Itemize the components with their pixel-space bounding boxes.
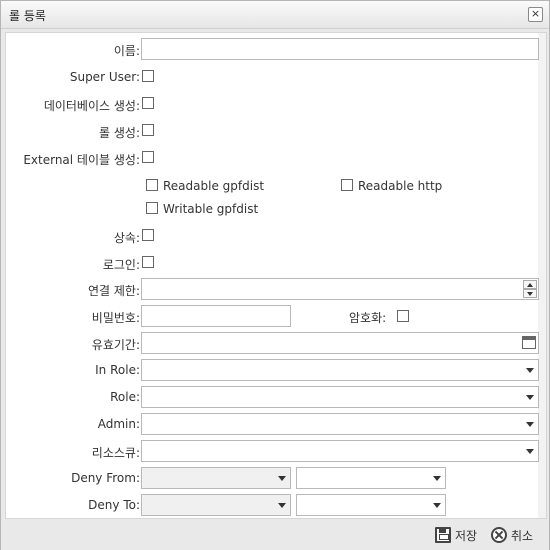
chevron-down-icon[interactable] [522, 414, 538, 434]
resqueue-label: 리소스큐: [91, 446, 140, 460]
chevron-down-icon[interactable] [274, 468, 290, 488]
inrole-label: In Role: [95, 363, 140, 377]
dialog-titlebar: 롤 등록 × [1, 1, 549, 29]
exttable-checkbox[interactable] [142, 151, 154, 163]
connlimit-label: 연결 제한: [87, 284, 140, 298]
readable-http-checkbox[interactable] [341, 179, 353, 191]
option-readable-http[interactable]: Readable http [341, 178, 501, 194]
inrole-select[interactable] [141, 359, 539, 381]
encrypted-checkbox[interactable] [397, 310, 409, 322]
password-input[interactable] [141, 305, 291, 327]
createdb-label: 데이터베이스 생성: [43, 99, 140, 113]
row-validuntil: 유효기간: [6, 332, 540, 354]
cancel-button[interactable]: 취소 [491, 526, 533, 544]
login-checkbox[interactable] [142, 256, 154, 268]
role-select[interactable] [141, 386, 539, 408]
save-icon [435, 527, 451, 543]
resqueue-select[interactable] [141, 440, 539, 462]
denyfrom-label: Deny From: [71, 471, 140, 485]
readable-gpfdist-checkbox[interactable] [146, 179, 158, 191]
chevron-down-icon[interactable] [522, 441, 538, 461]
admin-select[interactable] [141, 413, 539, 435]
close-button[interactable]: × [528, 7, 543, 22]
row-admin: Admin: [6, 413, 540, 435]
cancel-icon [491, 527, 507, 543]
spinner-down-icon[interactable] [523, 289, 537, 298]
dialog-footer: 저장 취소 [1, 520, 549, 550]
denyto-label: Deny To: [88, 498, 140, 512]
row-name: 이름: [6, 38, 540, 60]
role-register-dialog: 롤 등록 × 이름: Super User: 데이터베이스 생성: 롤 생성: … [0, 0, 550, 550]
denyfrom-day-select[interactable] [141, 467, 291, 489]
readable-http-label: Readable http [358, 179, 443, 193]
writable-gpfdist-label: Writable gpfdist [163, 202, 259, 216]
role-label: Role: [110, 390, 140, 404]
chevron-down-icon[interactable] [429, 468, 445, 488]
superuser-label: Super User: [69, 70, 140, 84]
save-button[interactable]: 저장 [435, 526, 477, 544]
row-createrole: 롤 생성: [6, 120, 540, 142]
row-denyfrom: Deny From: [6, 467, 540, 489]
row-superuser: Super User: [6, 66, 540, 88]
createdb-checkbox[interactable] [142, 97, 154, 109]
validuntil-label: 유효기간: [91, 338, 140, 352]
chevron-down-icon[interactable] [274, 495, 290, 515]
chevron-down-icon[interactable] [522, 387, 538, 407]
row-connlimit: 연결 제한: [6, 278, 540, 300]
row-resqueue: 리소스큐: [6, 440, 540, 462]
chevron-down-icon[interactable] [522, 360, 538, 380]
row-role: Role: [6, 386, 540, 408]
password-label: 비밀번호: [91, 311, 140, 325]
save-label: 저장 [455, 528, 478, 543]
dialog-title: 롤 등록 [9, 9, 46, 23]
row-inrole: In Role: [6, 359, 540, 381]
name-label: 이름: [113, 44, 140, 58]
row-createdb: 데이터베이스 생성: [6, 93, 540, 115]
encrypted-label: 암호화: [349, 311, 387, 325]
inherit-label: 상속: [113, 231, 140, 245]
connlimit-spinner[interactable] [141, 278, 539, 300]
denyfrom-time-select[interactable] [296, 467, 446, 489]
spinner-up-icon[interactable] [523, 280, 537, 289]
login-label: 로그인: [102, 258, 140, 272]
option-readable-gpfdist[interactable]: Readable gpfdist [146, 178, 306, 194]
row-login: 로그인: [6, 252, 540, 274]
createrole-label: 롤 생성: [99, 126, 140, 140]
admin-label: Admin: [97, 417, 140, 431]
createrole-checkbox[interactable] [142, 124, 154, 136]
row-password: 비밀번호: 암호화: [6, 305, 540, 327]
denyto-time-select[interactable] [296, 494, 446, 516]
chevron-down-icon[interactable] [429, 495, 445, 515]
row-inherit: 상속: [6, 225, 540, 247]
inherit-checkbox[interactable] [142, 229, 154, 241]
superuser-checkbox[interactable] [142, 70, 154, 82]
writable-gpfdist-checkbox[interactable] [146, 202, 158, 214]
row-denyto: Deny To: [6, 494, 540, 516]
name-input[interactable] [141, 38, 539, 60]
denyto-day-select[interactable] [141, 494, 291, 516]
row-exttable: External 테이블 생성: [6, 147, 540, 169]
option-writable-gpfdist[interactable]: Writable gpfdist [146, 201, 306, 217]
dialog-body: 이름: Super User: 데이터베이스 생성: 롤 생성: Externa… [5, 32, 547, 519]
readable-gpfdist-label: Readable gpfdist [163, 179, 265, 193]
validuntil-datepicker[interactable] [141, 332, 539, 354]
exttable-label: External 테이블 생성: [23, 153, 140, 167]
cancel-label: 취소 [511, 528, 534, 543]
spinner-buttons[interactable] [523, 280, 537, 298]
calendar-icon[interactable] [522, 336, 536, 349]
